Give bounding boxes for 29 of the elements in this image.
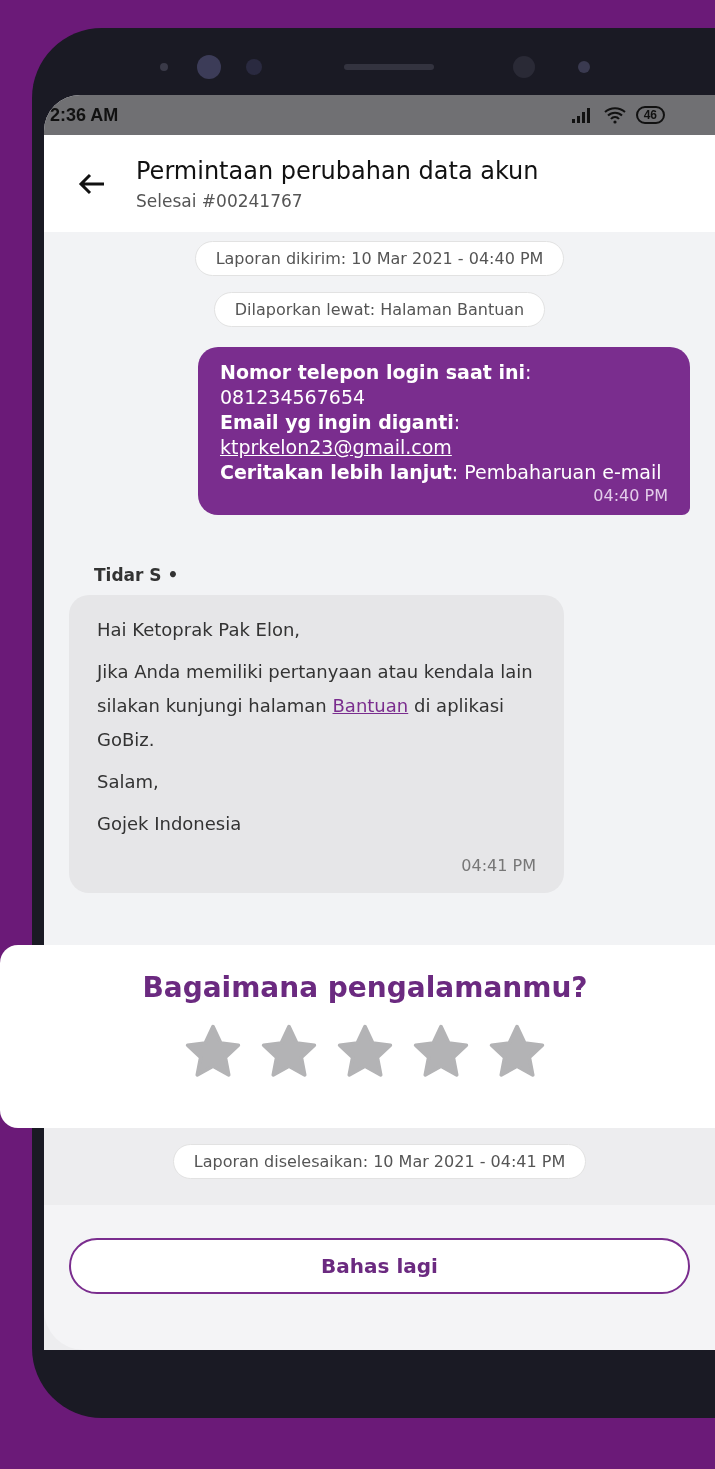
rating-question: Bagaimana pengalamanmu? [142, 971, 588, 1004]
page-title: Permintaan perubahan data akun [136, 156, 539, 185]
message-text: Jika Anda memiliki pertanyaan atau kendala lain silakan kunjungi halaman Bantuan di aplikasi GoBiz. [97, 660, 534, 752]
message-text: Hai Ketoprak Pak Elon, [97, 618, 302, 642]
message-text: Ceritakan lebih lanjut: Pembaharuan e-mail [220, 461, 663, 483]
star-icon[interactable] [184, 1024, 242, 1080]
star-icon[interactable] [488, 1024, 546, 1080]
message-time: 04:41 PM [461, 855, 536, 877]
message-text: Salam, [97, 770, 160, 794]
discuss-again-button[interactable]: Bahas lagi [69, 1238, 690, 1294]
info-pill: Dilaporkan lewat: Halaman Bantuan [213, 292, 546, 327]
message-text: Gojek Indonesia [97, 812, 243, 836]
wifi-icon [603, 106, 626, 124]
message-time: 04:40 PM [593, 486, 668, 505]
star-icon[interactable] [336, 1024, 394, 1080]
help-link[interactable]: Bantuan [332, 695, 409, 716]
ticket-status: Selesai #00241767 [136, 190, 304, 211]
info-pill: Laporan dikirim: 10 Mar 2021 - 04:40 PM [194, 241, 565, 276]
sender-name: Tidar S • [94, 565, 179, 585]
email-link[interactable]: ktprkelon23@gmail.com [220, 436, 668, 458]
message-text: Email yg ingin diganti: [220, 411, 462, 433]
message-text: Nomor telepon login saat ini: [220, 361, 533, 383]
message-text: 081234567654 [220, 386, 367, 408]
info-pill: Laporan diselesaikan: 10 Mar 2021 - 04:41 PM [172, 1144, 587, 1179]
star-icon[interactable] [412, 1024, 470, 1080]
battery-icon: 46 [635, 106, 665, 124]
back-arrow-icon[interactable] [78, 172, 106, 195]
status-time: 2:36 AM [50, 104, 119, 126]
star-icon[interactable] [260, 1024, 318, 1080]
